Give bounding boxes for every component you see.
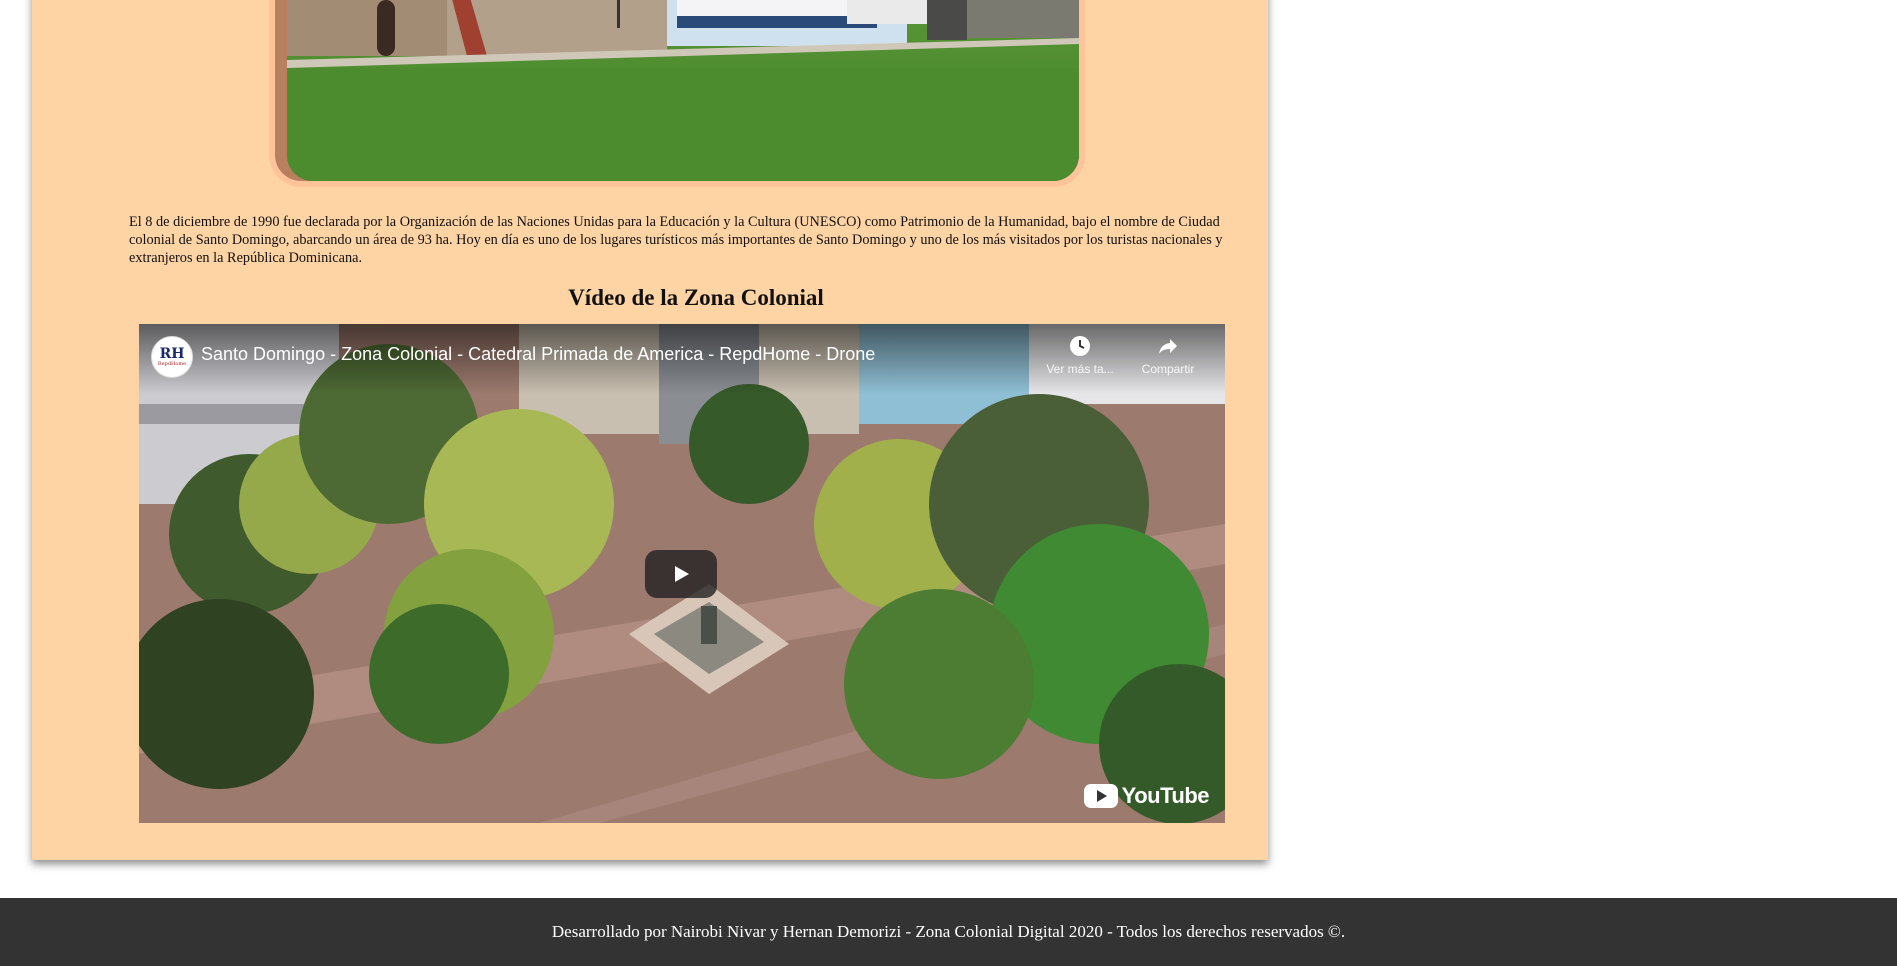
content-card: El 8 de diciembre de 1990 fue declarada … xyxy=(32,0,1268,860)
fortress-photo-frame xyxy=(275,0,1079,181)
youtube-logo-icon xyxy=(1083,784,1118,808)
video-heading: Vídeo de la Zona Colonial xyxy=(568,285,824,310)
channel-avatar[interactable]: RH RepdHome xyxy=(151,336,193,378)
footer: Desarrollado por Nairobi Nivar y Hernan … xyxy=(0,898,1897,966)
watch-later-button[interactable]: Ver más ta... xyxy=(1045,334,1115,376)
video-title[interactable]: Santo Domingo - Zona Colonial - Catedral… xyxy=(201,344,875,365)
share-label: Compartir xyxy=(1141,362,1195,376)
footer-text: Desarrollado por Nairobi Nivar y Hernan … xyxy=(551,922,1346,941)
watch-later-label: Ver más ta... xyxy=(1046,362,1114,376)
fortress-photo xyxy=(287,0,1079,181)
heritage-paragraph: El 8 de diciembre de 1990 fue declarada … xyxy=(129,214,1223,266)
youtube-wordmark: YouTube xyxy=(1121,783,1210,808)
channel-initials: RH xyxy=(159,346,185,362)
play-icon xyxy=(675,566,689,582)
channel-subtitle: RepdHome xyxy=(157,361,187,367)
share-button[interactable]: Compartir xyxy=(1133,334,1203,376)
clock-icon xyxy=(1068,334,1092,358)
play-button[interactable] xyxy=(645,550,717,598)
youtube-logo[interactable]: YouTube xyxy=(1083,783,1210,809)
share-icon xyxy=(1156,334,1180,358)
video-player[interactable]: RH RepdHome Santo Domingo - Zona Colonia… xyxy=(139,324,1225,823)
